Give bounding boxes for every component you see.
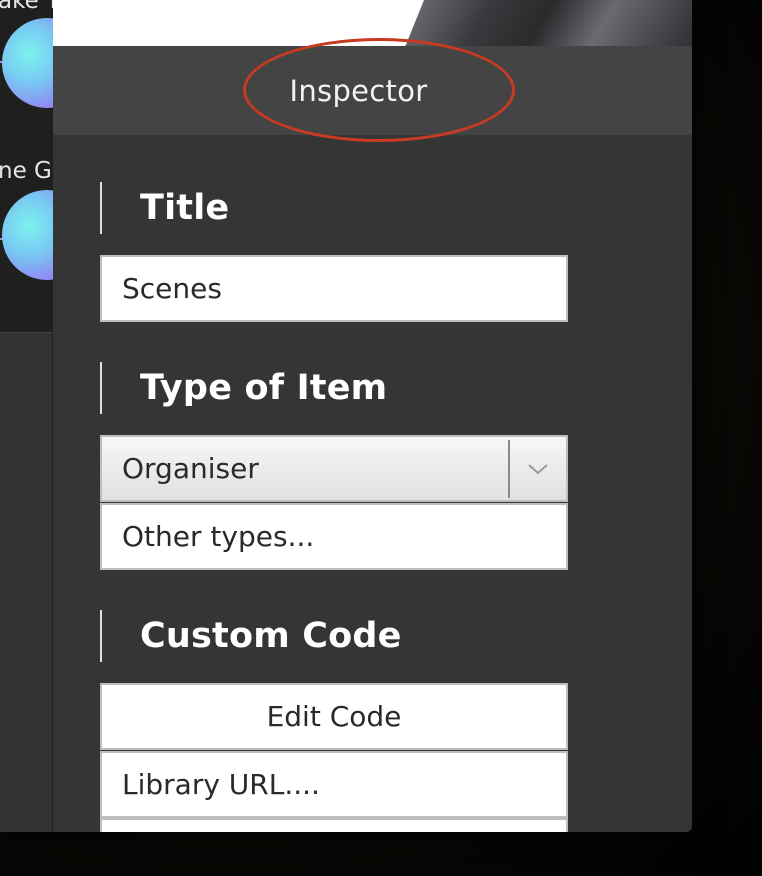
other-types-button[interactable]: Other types... — [100, 503, 568, 570]
node-label-1: ake T — [0, 0, 61, 14]
chevron-down-icon[interactable] — [510, 437, 566, 500]
section-title-header: Title — [100, 182, 229, 234]
section-custom-code-heading: Custom Code — [140, 616, 402, 656]
scene-preview — [53, 0, 692, 46]
app-window: ake T ne Ga Inspector Title Scenes Type … — [0, 0, 692, 832]
item-type-select[interactable]: Organiser — [100, 435, 568, 502]
preview-object — [395, 0, 692, 46]
inspector-panel: Inspector Title Scenes Type of Item Orga… — [53, 38, 692, 832]
section-custom-code-header: Custom Code — [100, 610, 402, 662]
inspector-header: Inspector — [53, 38, 692, 142]
inspector-title: Inspector — [289, 73, 428, 108]
node-graph-area: ake T ne Ga — [0, 0, 92, 333]
section-type-heading: Type of Item — [140, 368, 388, 408]
edit-code-button[interactable]: Edit Code — [100, 683, 568, 750]
section-type-header: Type of Item — [100, 362, 387, 414]
item-type-value: Organiser — [122, 452, 259, 485]
left-panel: ake T ne Ga — [0, 0, 92, 832]
section-title-heading: Title — [140, 188, 230, 228]
library-url-input[interactable]: Library URL.... — [100, 751, 568, 818]
title-input[interactable]: Scenes — [100, 255, 568, 322]
next-field-partial[interactable] — [100, 818, 568, 832]
